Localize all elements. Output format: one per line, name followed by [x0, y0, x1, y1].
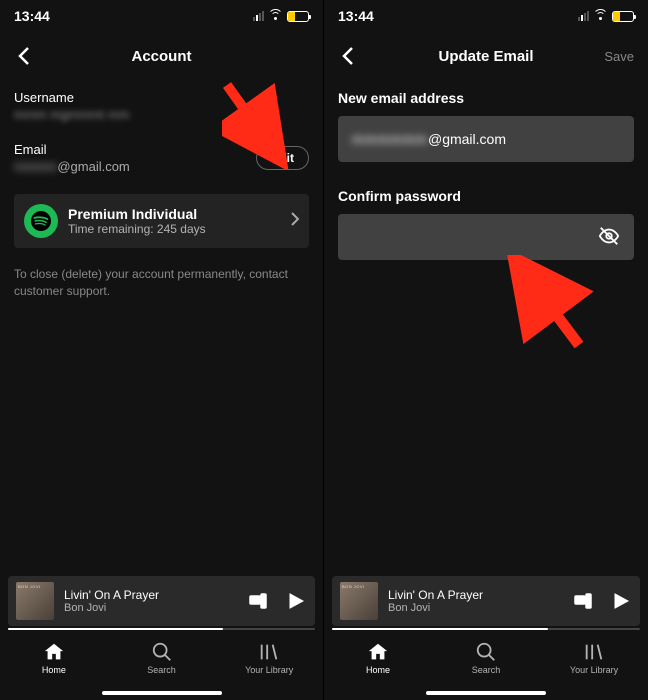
- play-icon[interactable]: [610, 590, 632, 612]
- plan-row[interactable]: Premium Individual Time remaining: 245 d…: [14, 194, 309, 248]
- battery-icon: [612, 11, 634, 22]
- annotation-arrow-icon: [222, 80, 292, 170]
- track-artist: Bon Jovi: [388, 602, 556, 614]
- account-screen: 13:44 Account Username mmm mgmmmt mm Ema…: [0, 0, 324, 700]
- confirm-password-field[interactable]: [338, 214, 634, 260]
- home-icon: [367, 641, 389, 663]
- progress-bar[interactable]: [8, 628, 315, 630]
- page-title: Account: [132, 48, 192, 65]
- tab-library[interactable]: Your Library: [540, 641, 648, 675]
- home-indicator[interactable]: [324, 686, 648, 700]
- now-playing-bar[interactable]: Livin' On A Prayer Bon Jovi: [324, 576, 648, 630]
- tab-bar: Home Search Your Library: [0, 630, 323, 686]
- track-title: Livin' On A Prayer: [388, 588, 556, 602]
- devices-icon[interactable]: [572, 590, 594, 612]
- close-account-note: To close (delete) your account permanent…: [14, 266, 309, 300]
- new-email-field[interactable]: mmmmmm@gmail.com: [338, 116, 634, 162]
- clock: 13:44: [338, 8, 374, 24]
- new-email-label: New email address: [338, 90, 634, 106]
- plan-title: Premium Individual: [68, 206, 281, 222]
- library-icon: [258, 641, 280, 663]
- cellular-icon: [578, 11, 589, 21]
- wifi-icon: [593, 11, 608, 22]
- tab-search[interactable]: Search: [432, 641, 540, 675]
- tab-search[interactable]: Search: [108, 641, 216, 675]
- confirm-password-label: Confirm password: [338, 188, 634, 204]
- track-title: Livin' On A Prayer: [64, 588, 231, 602]
- header: Update Email Save: [324, 32, 648, 80]
- back-button[interactable]: [12, 44, 36, 68]
- library-icon: [583, 641, 605, 663]
- tab-library[interactable]: Your Library: [215, 641, 323, 675]
- header: Account: [0, 32, 323, 80]
- tab-home[interactable]: Home: [0, 641, 108, 675]
- save-button[interactable]: Save: [604, 49, 634, 64]
- home-indicator[interactable]: [0, 686, 323, 700]
- annotation-arrow-icon: [504, 255, 594, 355]
- status-bar: 13:44: [324, 0, 648, 32]
- back-button[interactable]: [336, 44, 360, 68]
- album-cover: [16, 582, 54, 620]
- status-bar: 13:44: [0, 0, 323, 32]
- cellular-icon: [253, 11, 264, 21]
- eye-off-icon[interactable]: [598, 225, 620, 250]
- devices-icon[interactable]: [247, 590, 269, 612]
- album-cover: [340, 582, 378, 620]
- battery-icon: [287, 11, 309, 22]
- tab-home[interactable]: Home: [324, 641, 432, 675]
- play-icon[interactable]: [285, 590, 307, 612]
- clock: 13:44: [14, 8, 50, 24]
- email-label: Email: [14, 142, 130, 157]
- home-icon: [43, 641, 65, 663]
- tab-bar: Home Search Your Library: [324, 630, 648, 686]
- track-artist: Bon Jovi: [64, 602, 231, 614]
- update-email-screen: 13:44 Update Email Save New email addres…: [324, 0, 648, 700]
- now-playing-bar[interactable]: Livin' On A Prayer Bon Jovi: [0, 576, 323, 630]
- spotify-icon: [24, 204, 58, 238]
- search-icon: [151, 641, 173, 663]
- plan-subtitle: Time remaining: 245 days: [68, 222, 281, 236]
- search-icon: [475, 641, 497, 663]
- new-email-group: New email address mmmmmm@gmail.com: [338, 90, 634, 162]
- email-value: mmmm@gmail.com: [14, 159, 130, 174]
- chevron-right-icon: [291, 212, 299, 231]
- progress-bar[interactable]: [332, 628, 640, 630]
- confirm-password-group: Confirm password: [338, 188, 634, 260]
- page-title: Update Email: [438, 48, 533, 65]
- wifi-icon: [268, 11, 283, 22]
